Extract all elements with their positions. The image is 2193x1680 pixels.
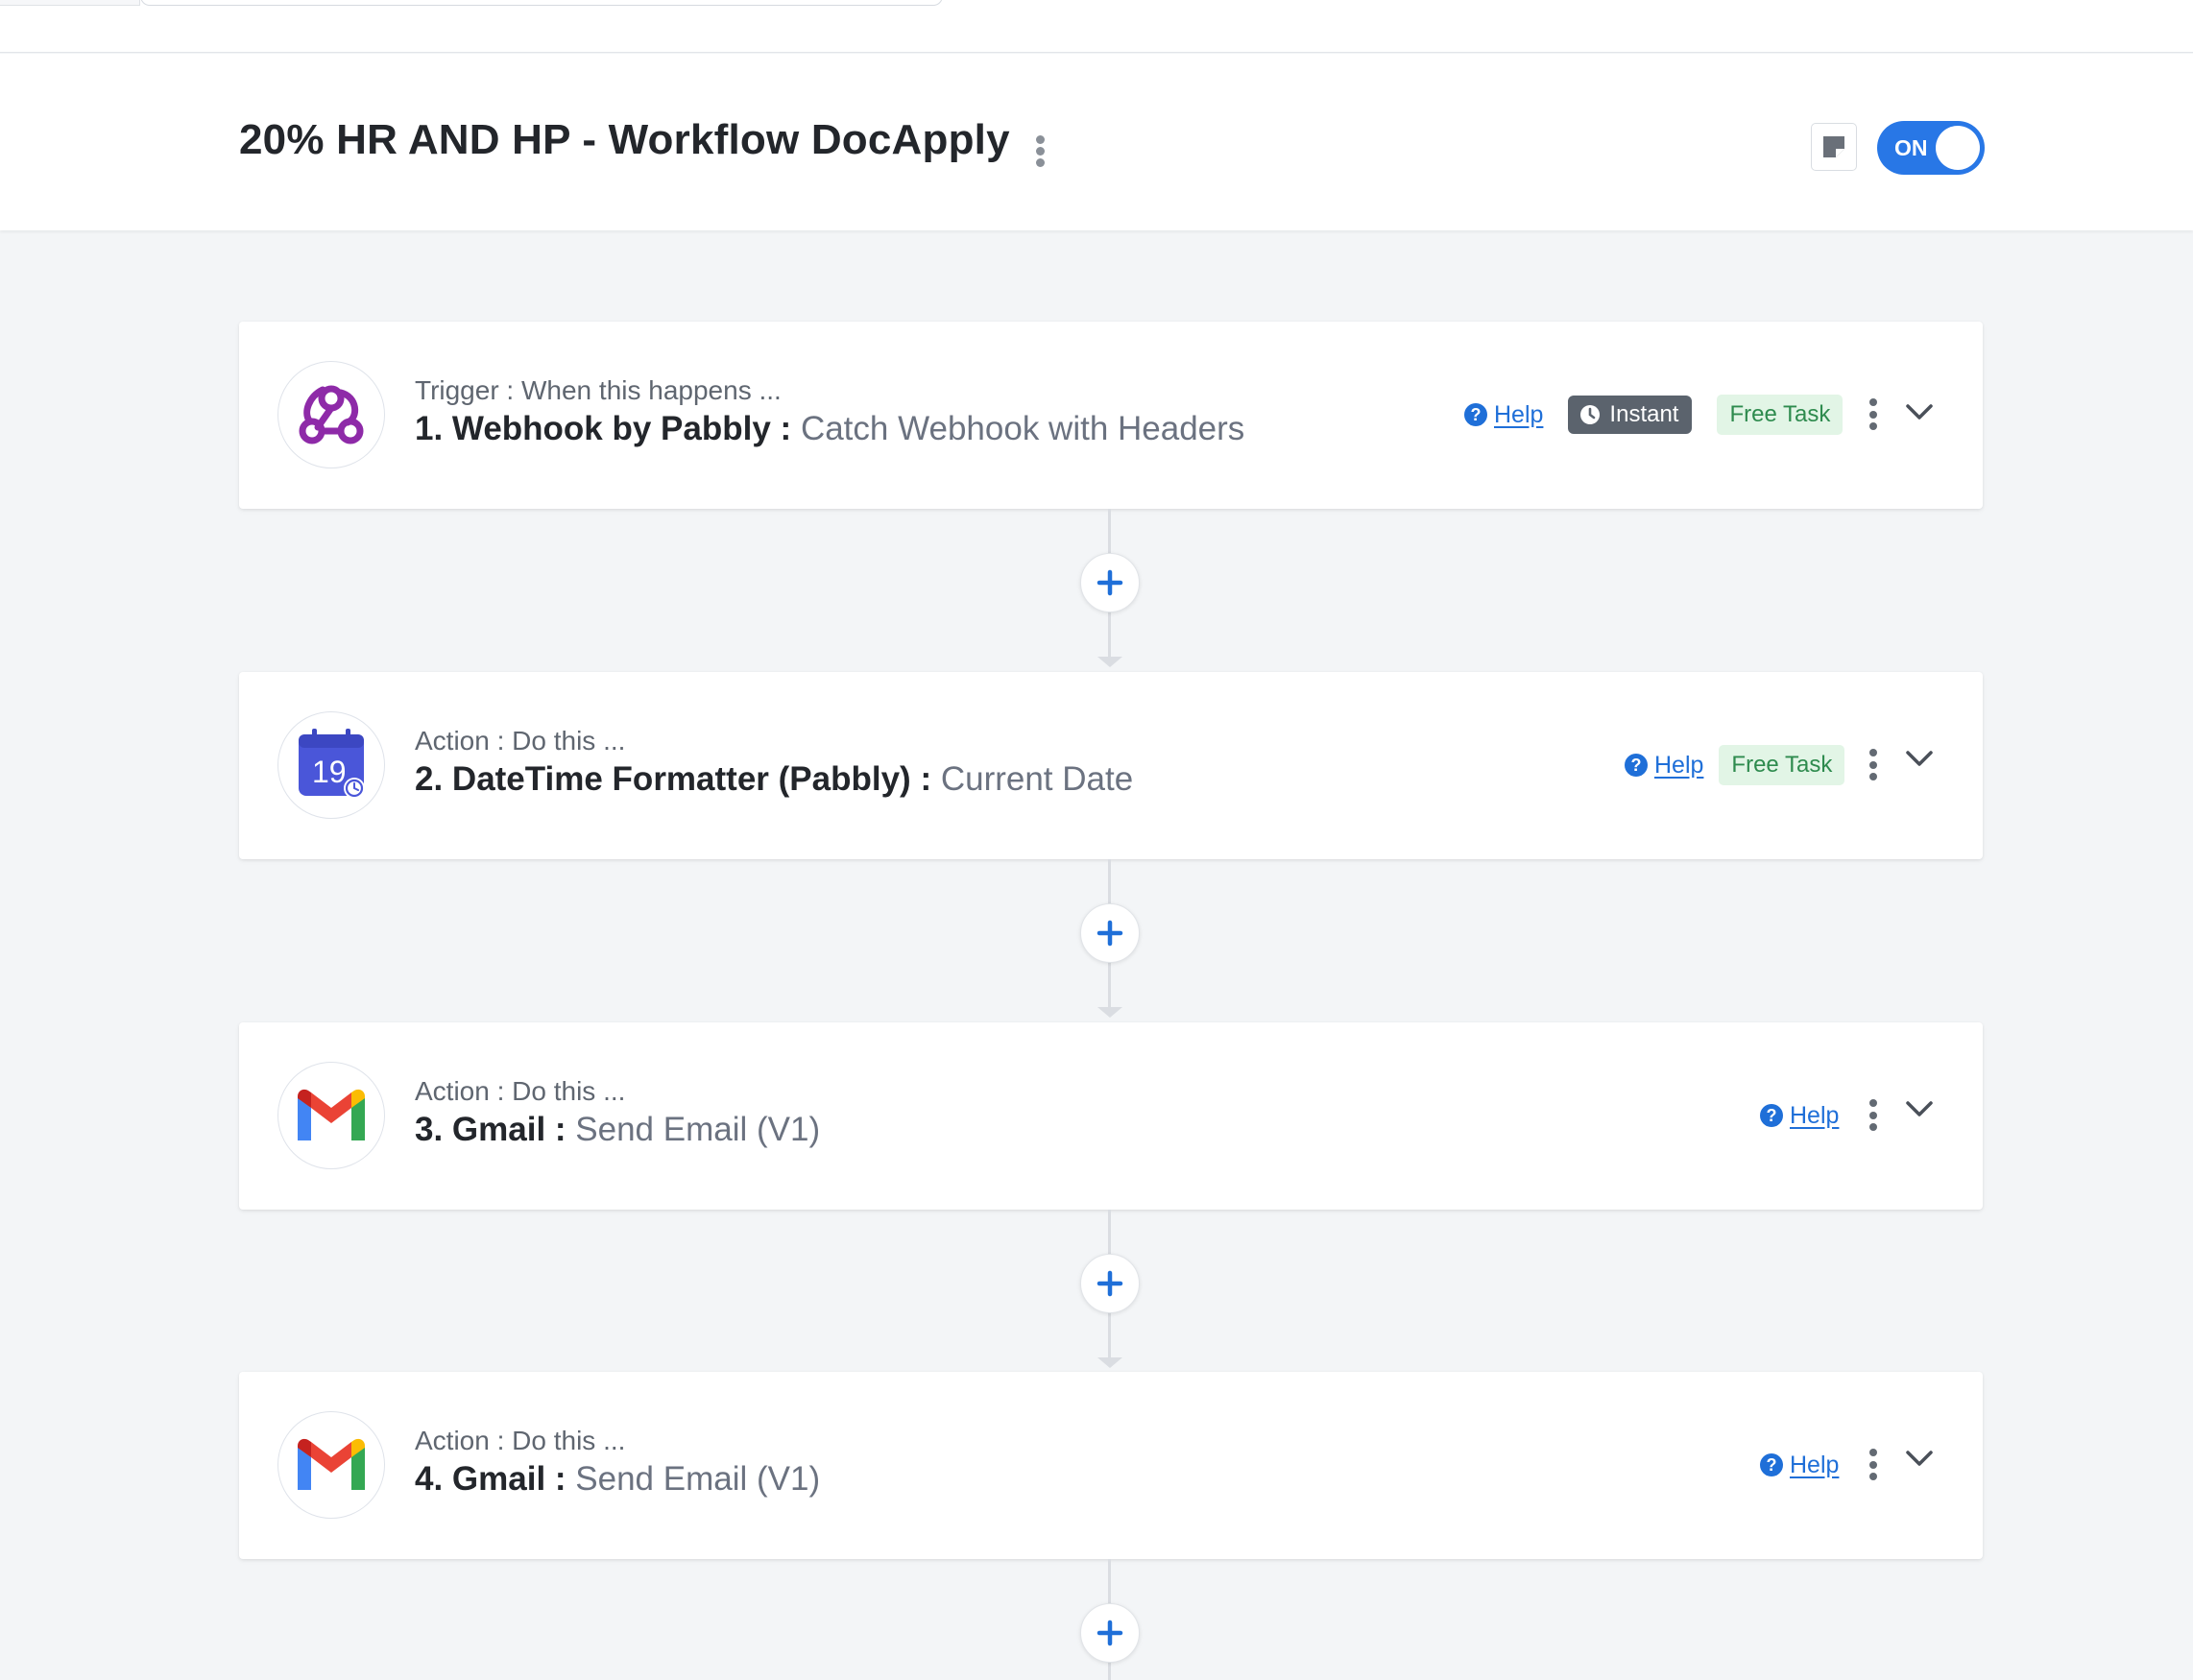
step-card-3[interactable]: Action : Do this ... 3. Gmail : Send Ema… xyxy=(239,1022,1983,1210)
step-kind: Action : Do this ... xyxy=(415,1076,626,1106)
step-card-2[interactable]: 19 Action : Do this ... 2. DateTime Form… xyxy=(239,672,1983,859)
step-tools: ? Help Free Task xyxy=(1625,744,1845,786)
chevron-down-icon[interactable] xyxy=(1905,1449,1934,1468)
help-label: Help xyxy=(1790,1451,1840,1478)
help-icon: ? xyxy=(1625,754,1648,777)
help-label: Help xyxy=(1790,1101,1840,1129)
step-kind: Action : Do this ... xyxy=(415,726,626,756)
help-label: Help xyxy=(1494,400,1544,428)
webhook-icon xyxy=(277,361,385,468)
gmail-icon xyxy=(277,1411,385,1519)
plus-icon xyxy=(1096,569,1123,596)
step-card-1[interactable]: Trigger : When this happens ... 1. Webho… xyxy=(239,322,1983,509)
toggle-label: ON xyxy=(1894,135,1928,160)
step-event-name: Current Date xyxy=(940,760,1134,798)
step-card-4[interactable]: Action : Do this ... 4. Gmail : Send Ema… xyxy=(239,1372,1983,1559)
free-task-badge: Free Task xyxy=(1719,745,1845,785)
step-title: 2. DateTime Formatter (Pabbly) : Current… xyxy=(415,760,1133,799)
step-app-name: 4. Gmail xyxy=(415,1460,546,1498)
workflow-menu-icon[interactable] xyxy=(1034,135,1046,167)
step-kind: Action : Do this ... xyxy=(415,1426,626,1455)
calendar-day: 19 xyxy=(312,755,347,789)
step-app-name: 1. Webhook by Pabbly xyxy=(415,410,771,447)
top-input-stub[interactable] xyxy=(140,0,943,6)
chevron-down-icon[interactable] xyxy=(1905,402,1934,421)
add-step-button[interactable] xyxy=(1080,553,1140,612)
step-tools: ? Help xyxy=(1760,1094,1839,1137)
step-app-name: 3. Gmail xyxy=(415,1111,546,1148)
step-event-name: Send Email (V1) xyxy=(575,1460,821,1498)
free-task-badge: Free Task xyxy=(1717,395,1844,435)
add-step-button[interactable] xyxy=(1080,1254,1140,1313)
workflow-title[interactable]: 20% HR AND HP - Workflow DocApply xyxy=(239,116,1010,164)
step-menu-icon[interactable] xyxy=(1868,1449,1879,1480)
step-title: 1. Webhook by Pabbly : Catch Webhook wit… xyxy=(415,410,1244,448)
step-menu-icon[interactable] xyxy=(1868,749,1879,780)
add-step-button[interactable] xyxy=(1080,903,1140,963)
workflow-header: 20% HR AND HP - Workflow DocApply ON xyxy=(0,54,2193,230)
step-kind: Trigger : When this happens ... xyxy=(415,375,782,405)
step-event-name: Catch Webhook with Headers xyxy=(800,410,1245,447)
instant-label: Instant xyxy=(1609,401,1679,427)
help-icon: ? xyxy=(1760,1453,1783,1476)
step-separator: : xyxy=(910,760,941,798)
workflow-status-toggle[interactable]: ON xyxy=(1877,121,1985,175)
chevron-down-icon[interactable] xyxy=(1905,749,1934,768)
help-icon: ? xyxy=(1760,1104,1783,1127)
connector-arrow xyxy=(1097,657,1122,667)
step-event-name: Send Email (V1) xyxy=(575,1111,821,1148)
step-app-name: 2. DateTime Formatter (Pabbly) xyxy=(415,760,911,798)
plus-icon xyxy=(1096,1620,1123,1646)
add-step-button[interactable] xyxy=(1080,1603,1140,1663)
step-menu-icon[interactable] xyxy=(1868,1099,1879,1131)
step-title: 3. Gmail : Send Email (V1) xyxy=(415,1111,820,1149)
step-separator: : xyxy=(770,410,801,447)
notes-button[interactable] xyxy=(1811,123,1857,171)
chevron-down-icon[interactable] xyxy=(1905,1099,1934,1118)
connector-arrow xyxy=(1097,1357,1122,1368)
step-menu-icon[interactable] xyxy=(1868,398,1879,430)
step-separator: : xyxy=(545,1111,576,1148)
help-link[interactable]: ? Help xyxy=(1760,1452,1839,1479)
note-icon xyxy=(1823,136,1844,157)
top-strip xyxy=(0,0,2193,53)
help-link[interactable]: ? Help xyxy=(1464,401,1543,429)
top-tab-stub[interactable] xyxy=(0,0,140,6)
step-title: 4. Gmail : Send Email (V1) xyxy=(415,1460,820,1499)
instant-badge: Instant xyxy=(1568,396,1693,434)
help-link[interactable]: ? Help xyxy=(1760,1102,1839,1130)
step-tools: ? Help xyxy=(1760,1444,1839,1486)
plus-icon xyxy=(1096,920,1123,947)
plus-icon xyxy=(1096,1270,1123,1297)
toggle-knob xyxy=(1936,126,1980,170)
clock-icon xyxy=(1579,404,1601,425)
help-label: Help xyxy=(1654,751,1704,779)
step-separator: : xyxy=(545,1460,576,1498)
help-link[interactable]: ? Help xyxy=(1625,752,1703,780)
gmail-icon xyxy=(277,1062,385,1169)
calendar-icon: 19 xyxy=(277,711,385,819)
step-tools: ? Help Instant Free Task xyxy=(1464,394,1844,436)
connector-arrow xyxy=(1097,1007,1122,1018)
help-icon: ? xyxy=(1464,403,1487,426)
